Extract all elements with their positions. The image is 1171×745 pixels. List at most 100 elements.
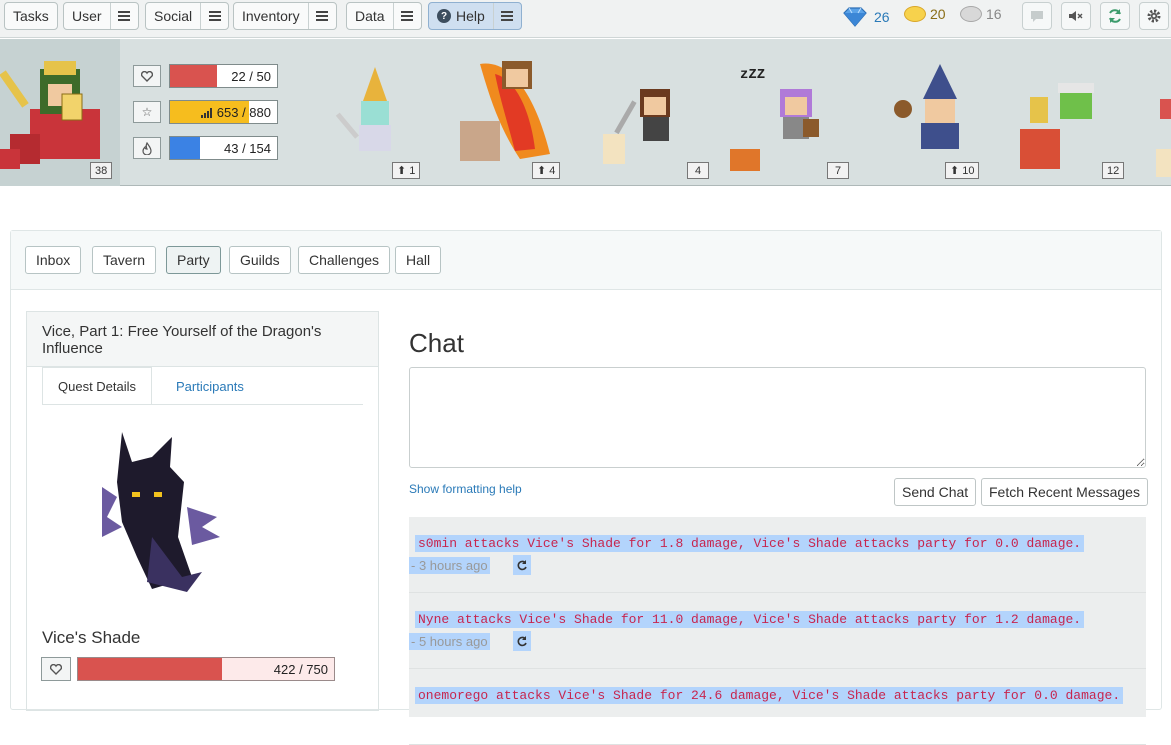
member-level-badge: ⬆ 1 [392, 162, 421, 179]
gear-icon [1147, 9, 1161, 23]
experience-value-wrap: 653 / 880 [200, 105, 271, 120]
gems-counter[interactable]: 26 [840, 6, 890, 28]
health-stat: 22 / 50 [133, 63, 278, 89]
nav-user-button[interactable]: User [63, 2, 139, 30]
member-level-badge: ⬆ 10 [945, 162, 980, 179]
party-header: 38 22 / 50 ☆ 653 / 880 43 / 154 ⬆ 1 ⬆ 4 … [0, 39, 1171, 186]
tab-guilds[interactable]: Guilds [229, 246, 291, 274]
party-member[interactable] [1150, 39, 1171, 186]
boss-health-bar-fill [78, 658, 223, 680]
chat-notification-button[interactable] [1022, 2, 1052, 30]
message-text: s0min attacks Vice's Shade for 1.8 damag… [415, 535, 1085, 552]
boss-name: Vice's Shade [42, 628, 141, 647]
level-badge: 38 [90, 162, 113, 179]
speech-bubble-icon [1031, 10, 1043, 22]
nav-tasks-button[interactable]: Tasks [4, 2, 58, 30]
nav-help-button[interactable]: ? Help [428, 2, 522, 30]
tab-tavern[interactable]: Tavern [92, 246, 157, 274]
level-up-icon[interactable] [200, 107, 213, 118]
question-icon: ? [437, 9, 451, 23]
mana-stat: 43 / 154 [133, 135, 278, 161]
chat-title: Chat [409, 328, 464, 358]
experience-stat: ☆ 653 / 880 [133, 99, 278, 125]
party-member[interactable]: 12 [1010, 39, 1135, 186]
boss-health-bar: 422 / 750 [77, 657, 335, 681]
send-chat-button[interactable]: Send Chat [894, 478, 977, 506]
health-bar-fill [170, 65, 218, 87]
silver-value: 16 [986, 6, 1002, 22]
menu-icon[interactable] [392, 3, 421, 29]
nav-social-button[interactable]: Social [145, 2, 230, 30]
arrow-up-circle-icon: ⬆ [397, 165, 407, 177]
tab-hall[interactable]: Hall [395, 246, 442, 274]
tab-participants[interactable]: Participants [161, 367, 259, 405]
mana-value: 43 / 154 [224, 141, 271, 156]
star-icon: ☆ [133, 101, 161, 123]
mute-button[interactable] [1061, 2, 1091, 30]
tab-divider [42, 404, 363, 405]
boss-health: 422 / 750 [41, 657, 335, 681]
mana-bar: 43 / 154 [169, 136, 278, 160]
nav-tasks-label: Tasks [13, 8, 49, 24]
top-navbar: Tasks User Social Inventory Data ? Help … [0, 0, 1171, 38]
formatting-help-link[interactable]: Show formatting help [409, 482, 522, 496]
menu-icon[interactable] [200, 3, 228, 29]
message-text: onemorego attacks Vice's Shade for 24.6 … [415, 687, 1124, 704]
boss-health-value: 422 / 750 [273, 662, 328, 677]
chat-message: Nyne attacks Vice's Shade for 11.0 damag… [409, 593, 1146, 669]
quest-title: Vice, Part 1: Free Yourself of the Drago… [27, 312, 378, 367]
copy-to-todo-icon[interactable] [513, 555, 531, 575]
social-tabs: Inbox Tavern Party Guilds Challenges Hal… [11, 231, 1161, 290]
my-avatar[interactable]: 38 [0, 39, 120, 186]
nav-data-button[interactable]: Data [346, 2, 422, 30]
chat-message: onemorego attacks Vice's Shade for 24.6 … [409, 669, 1146, 745]
member-level-badge: 12 [1102, 162, 1125, 179]
fetch-messages-button[interactable]: Fetch Recent Messages [981, 478, 1148, 506]
experience-value: 653 / 880 [216, 105, 271, 120]
tab-quest-details[interactable]: Quest Details [42, 367, 153, 405]
mana-bar-fill [170, 137, 200, 159]
mute-icon [1069, 11, 1083, 21]
silver-counter: 16 [960, 6, 1002, 22]
member-level-badge: ⬆ 4 [532, 162, 561, 179]
experience-bar: 653 / 880 [169, 100, 278, 124]
heart-icon [41, 657, 71, 681]
chat-message: s0min attacks Vice's Shade for 1.8 damag… [409, 517, 1146, 593]
health-bar: 22 / 50 [169, 64, 278, 88]
party-member[interactable]: ⬆ 10 [875, 39, 1015, 186]
copy-to-todo-icon[interactable] [513, 631, 531, 651]
message-time: - 3 hours ago [409, 557, 490, 574]
gold-counter: 20 [904, 6, 946, 22]
menu-icon[interactable] [307, 3, 336, 29]
arrow-up-circle-icon: ⬆ [537, 165, 547, 177]
nav-inventory-button[interactable]: Inventory [233, 2, 337, 30]
menu-icon[interactable] [109, 3, 138, 29]
nav-user-label: User [72, 8, 102, 24]
chat-input[interactable] [409, 367, 1146, 468]
gem-icon [843, 7, 867, 27]
nav-social-label: Social [154, 8, 193, 24]
refresh-icon [1109, 9, 1121, 23]
health-value: 22 / 50 [231, 69, 271, 84]
boss-sprite [102, 432, 220, 592]
party-member[interactable]: ⬆ 4 [440, 39, 570, 186]
settings-button[interactable] [1139, 2, 1169, 30]
tab-party[interactable]: Party [166, 246, 221, 274]
chat-messages: s0min attacks Vice's Shade for 1.8 damag… [409, 517, 1146, 745]
member-level-badge: 4 [687, 162, 709, 179]
gold-coin-icon [904, 6, 926, 22]
sleep-indicator: zZZ [740, 67, 766, 83]
menu-icon[interactable] [492, 3, 521, 29]
silver-coin-icon [960, 6, 982, 22]
nav-inventory-label: Inventory [242, 8, 300, 24]
member-level-badge: 7 [827, 162, 849, 179]
quest-box: Vice, Part 1: Free Yourself of the Drago… [26, 311, 379, 711]
party-member[interactable]: 7 zZZ [725, 39, 855, 186]
tab-inbox[interactable]: Inbox [25, 246, 82, 274]
tab-challenges[interactable]: Challenges [298, 246, 391, 274]
party-member[interactable]: 4 [585, 39, 715, 186]
party-member[interactable]: ⬆ 1 [295, 39, 430, 186]
sync-button[interactable] [1100, 2, 1130, 30]
heart-icon [133, 65, 161, 87]
message-text: Nyne attacks Vice's Shade for 11.0 damag… [415, 611, 1085, 628]
